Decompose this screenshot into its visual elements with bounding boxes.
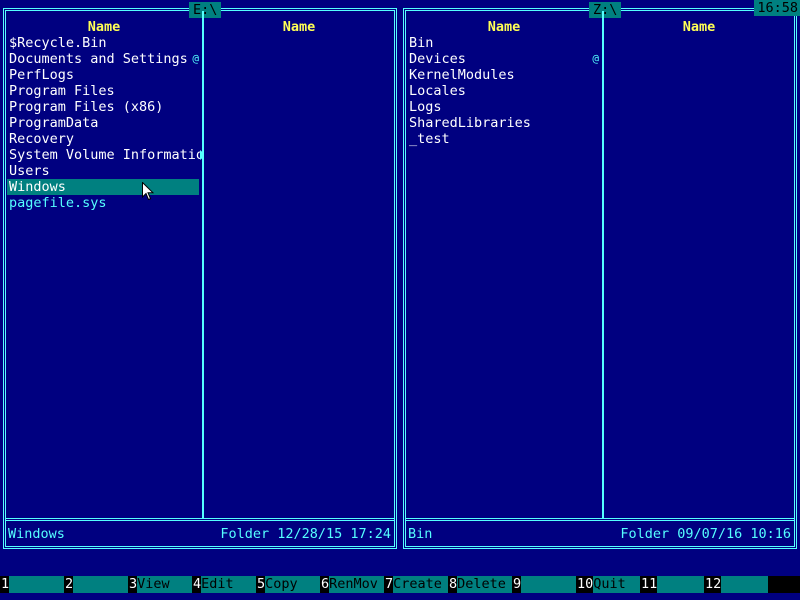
item-name: SharedLibraries xyxy=(409,115,531,131)
fkey-6-button[interactable]: 6 RenMov xyxy=(320,576,384,593)
left-status-bar: Windows Folder 12/28/15 17:24 xyxy=(7,526,393,542)
left-status-name: Windows xyxy=(8,526,65,542)
item-name: _test xyxy=(409,131,450,147)
left-status-divider xyxy=(6,518,394,521)
item-name: Devices xyxy=(409,51,466,67)
fkey-label: Quit xyxy=(593,576,640,593)
fkey-label: Copy xyxy=(265,576,320,593)
fkey-number: 9 xyxy=(512,576,522,593)
left-panel[interactable]: E:\ Name Name $Recycle.Bin Documents and … xyxy=(3,2,397,549)
item-name: Documents and Settings xyxy=(9,51,188,67)
fkey-3-button[interactable]: 3 View xyxy=(128,576,192,593)
fkey-number: 6 xyxy=(320,576,330,593)
fkey-8-button[interactable]: 8 Delete xyxy=(448,576,512,593)
right-panel[interactable]: Z:\ Name Name Bin Devices @ KernelModules Lo… xyxy=(403,2,797,549)
overflow-arrow-icon xyxy=(200,150,203,160)
item-name: Locales xyxy=(409,83,466,99)
fkey-10-button[interactable]: 10 Quit xyxy=(576,576,640,593)
folder-item[interactable]: Documents and Settings @ xyxy=(7,51,203,67)
left-status-info: Folder 12/28/15 17:24 xyxy=(220,526,391,542)
folder-item[interactable]: Bin xyxy=(407,35,603,51)
item-name: Windows xyxy=(9,179,66,195)
folder-item[interactable]: Program Files (x86) xyxy=(7,99,203,115)
fkey-9-button[interactable]: 9 xyxy=(512,576,576,593)
link-mark: @ xyxy=(592,52,599,65)
folder-item[interactable]: PerfLogs xyxy=(7,67,203,83)
fkey-label xyxy=(9,576,64,593)
right-file-list[interactable]: Bin Devices @ KernelModules Locales Logs Share… xyxy=(407,35,603,147)
fkey-label: RenMov xyxy=(329,576,384,593)
item-name: KernelModules xyxy=(409,67,515,83)
left-file-list[interactable]: $Recycle.Bin Documents and Settings @ PerfL… xyxy=(7,35,203,211)
folder-item[interactable]: Users xyxy=(7,163,203,179)
fkey-12-button[interactable]: 12 xyxy=(704,576,768,593)
item-name: Recovery xyxy=(9,131,75,147)
folder-item[interactable]: $Recycle.Bin xyxy=(7,35,203,51)
folder-item[interactable]: Windows xyxy=(7,179,199,195)
item-name: System Volume Informatio xyxy=(9,147,203,163)
fkey-number: 4 xyxy=(192,576,202,593)
right-column-header-2[interactable]: Name xyxy=(604,19,794,35)
fkey-number: 1 xyxy=(0,576,10,593)
fkey-number: 2 xyxy=(64,576,74,593)
item-name: Users xyxy=(9,163,50,179)
folder-item[interactable]: _test xyxy=(407,131,603,147)
item-name: ProgramData xyxy=(9,115,99,131)
clock: 16:58 xyxy=(754,0,800,16)
fkey-label: Create xyxy=(393,576,448,593)
file-item[interactable]: pagefile.sys xyxy=(7,195,203,211)
item-name: $Recycle.Bin xyxy=(9,35,107,51)
folder-item[interactable]: Program Files xyxy=(7,83,203,99)
left-column-header-1[interactable]: Name xyxy=(6,19,202,35)
folder-item[interactable]: Locales xyxy=(407,83,603,99)
fkey-11-button[interactable]: 11 xyxy=(640,576,704,593)
fkey-number: 11 xyxy=(640,576,658,593)
item-name: PerfLogs xyxy=(9,67,75,83)
right-status-name: Bin xyxy=(408,526,433,542)
function-key-bar: 1 2 3 View 4 Edit 5 Copy 6 RenMov 7 Create 8 Delete 9 1… xyxy=(0,576,800,593)
folder-item[interactable]: Logs xyxy=(407,99,603,115)
right-status-info: Folder 09/07/16 10:16 xyxy=(620,526,791,542)
item-name: Program Files xyxy=(9,83,115,99)
fkey-number: 5 xyxy=(256,576,266,593)
fkey-2-button[interactable]: 2 xyxy=(64,576,128,593)
fkey-1-button[interactable]: 1 xyxy=(0,576,64,593)
fkey-label: View xyxy=(137,576,192,593)
item-name: Program Files (x86) xyxy=(9,99,164,115)
fkey-5-button[interactable]: 5 Copy xyxy=(256,576,320,593)
mouse-pointer-icon xyxy=(142,182,154,201)
fkey-number: 10 xyxy=(576,576,594,593)
fkey-4-button[interactable]: 4 Edit xyxy=(192,576,256,593)
right-status-divider xyxy=(406,518,794,521)
item-name: pagefile.sys xyxy=(9,195,107,211)
fkey-number: 8 xyxy=(448,576,458,593)
fkey-label xyxy=(657,576,704,593)
link-mark: @ xyxy=(192,52,199,65)
left-column-header-2[interactable]: Name xyxy=(204,19,394,35)
fkey-number: 7 xyxy=(384,576,394,593)
fkey-7-button[interactable]: 7 Create xyxy=(384,576,448,593)
fkey-number: 3 xyxy=(128,576,138,593)
left-panel-path: E:\ xyxy=(189,2,222,18)
fkey-label xyxy=(521,576,576,593)
fkey-number: 12 xyxy=(704,576,722,593)
fkey-label xyxy=(73,576,128,593)
fkey-label: Edit xyxy=(201,576,256,593)
folder-item[interactable]: SharedLibraries xyxy=(407,115,603,131)
item-name: Bin xyxy=(409,35,434,51)
folder-item[interactable]: Devices @ xyxy=(407,51,603,67)
fkey-label: Delete xyxy=(457,576,512,593)
folder-item[interactable]: System Volume Informatio xyxy=(7,147,203,163)
folder-item[interactable]: ProgramData xyxy=(7,115,203,131)
item-name: Logs xyxy=(409,99,442,115)
fkey-label xyxy=(721,576,768,593)
right-panel-path: Z:\ xyxy=(589,2,622,18)
folder-item[interactable]: KernelModules xyxy=(407,67,603,83)
right-column-header-1[interactable]: Name xyxy=(406,19,602,35)
folder-item[interactable]: Recovery xyxy=(7,131,203,147)
right-status-bar: Bin Folder 09/07/16 10:16 xyxy=(407,526,793,542)
